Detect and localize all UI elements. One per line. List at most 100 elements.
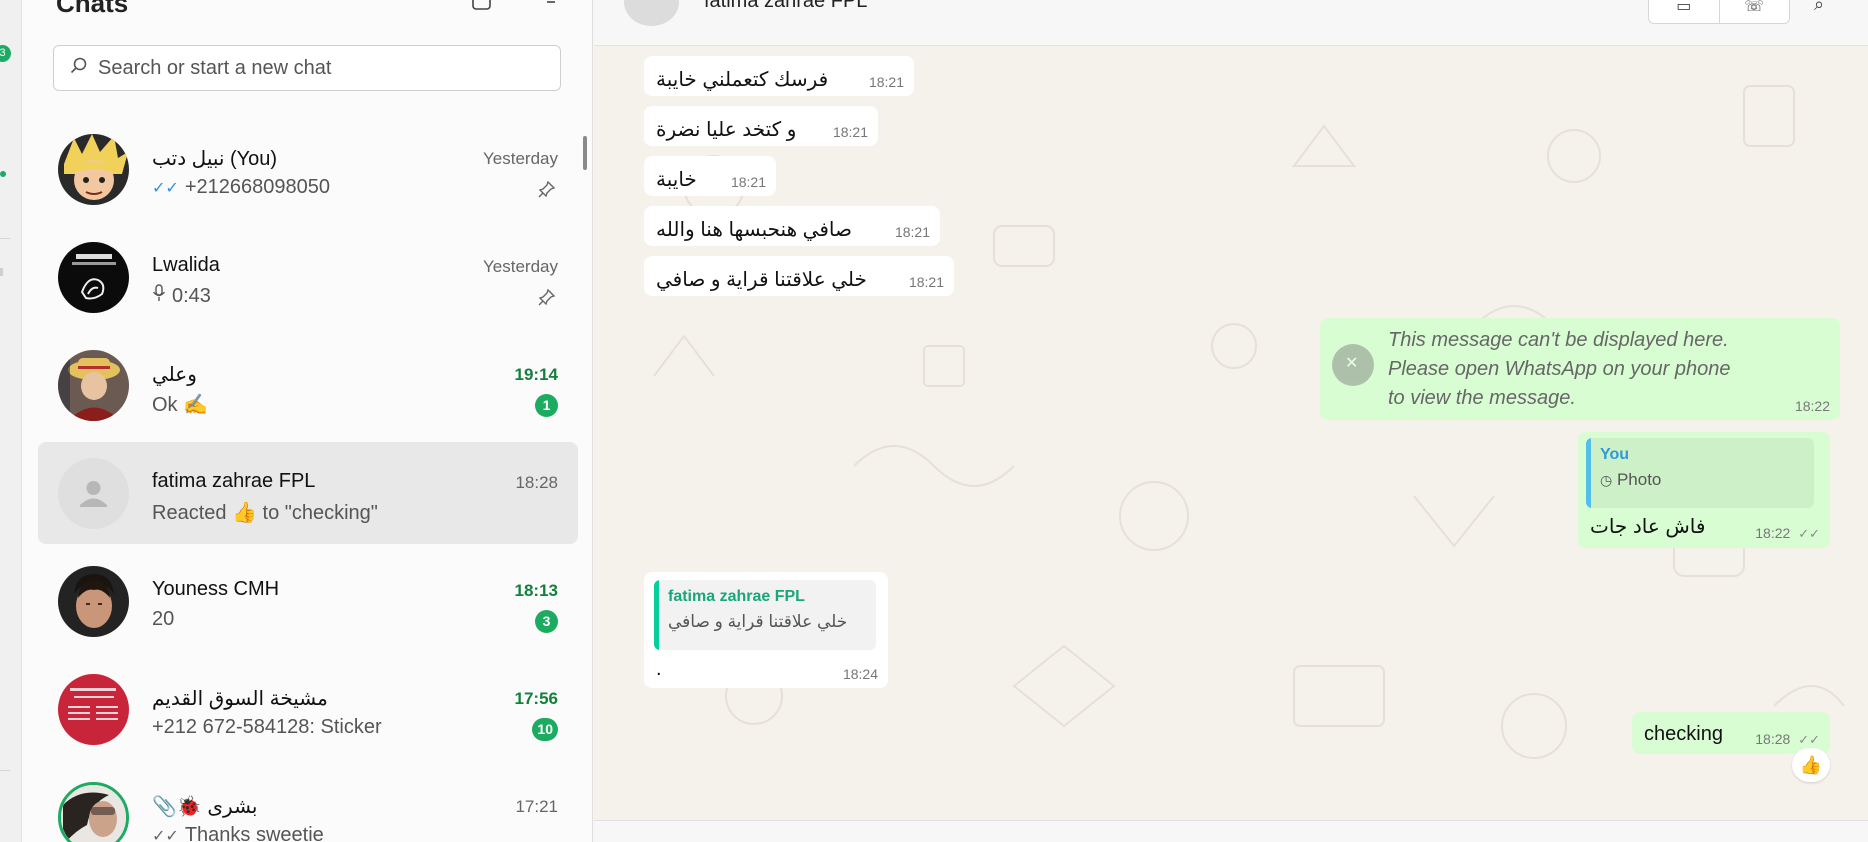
chat-item[interactable]: Youness CMH 20 18:13 3 bbox=[38, 550, 578, 652]
message-text: و كتخد عليا نضرة bbox=[656, 119, 797, 141]
chat-item[interactable]: Lwalida 0:43 Yesterday bbox=[38, 226, 578, 328]
avatar bbox=[58, 350, 129, 421]
message-bubble-incoming[interactable]: fatima zahrae FPL خلي علاقتنا قراية و صا… bbox=[644, 572, 888, 688]
rail-divider bbox=[0, 770, 10, 771]
chat-name: Lwalida bbox=[152, 254, 220, 276]
quote-author: You bbox=[1600, 446, 1630, 463]
message-time: 18:21 bbox=[894, 224, 930, 240]
unread-chats-badge[interactable]: 3 bbox=[0, 45, 11, 62]
message-time: 18:22 bbox=[1794, 398, 1830, 414]
message-text: خايبة bbox=[656, 169, 697, 191]
chat-item-selected[interactable]: fatima zahrae FPL Reacted 👍 to "checking… bbox=[38, 442, 578, 544]
chat-time: 18:13 bbox=[514, 581, 558, 600]
avatar-with-status-ring bbox=[58, 782, 129, 842]
message-composer[interactable] bbox=[594, 820, 1868, 842]
video-call-icon[interactable]: ▭ bbox=[1649, 0, 1719, 23]
chat-time: 18:28 bbox=[515, 473, 558, 492]
chat-preview: 20 bbox=[152, 608, 175, 630]
chat-name: نبيل دتب (You) bbox=[152, 148, 278, 170]
search-box[interactable] bbox=[53, 45, 561, 91]
quote-text: خلي علاقتنا قراية و صافي bbox=[668, 612, 848, 631]
chat-item[interactable]: 📎🐞 بشرى ✓✓ Thanks sweetie 17:21 bbox=[38, 766, 578, 842]
message-bubble-incoming[interactable]: صافي هنحبسها هنا والله 18:21 bbox=[644, 206, 940, 246]
message-text: checking bbox=[1644, 723, 1723, 745]
microphone-icon bbox=[152, 284, 166, 308]
unsupported-message-text: This message can't be displayed here. Pl… bbox=[1388, 329, 1731, 409]
chat-preview: Thanks sweetie bbox=[184, 824, 324, 842]
chat-item[interactable]: نبيل دتب (You) ✓✓ +212668098050 Yesterda… bbox=[38, 118, 578, 220]
quoted-message[interactable]: fatima zahrae FPL خلي علاقتنا قراية و صا… bbox=[654, 580, 876, 650]
search-messages-icon[interactable]: ⌕ bbox=[1814, 0, 1824, 15]
chat-time: 17:21 bbox=[515, 797, 558, 816]
chat-preview: +212668098050 bbox=[184, 176, 330, 198]
message-bubble-incoming[interactable]: فرسك كتعملني خايبة 18:21 bbox=[644, 56, 914, 96]
message-text: . bbox=[656, 658, 662, 680]
message-time: 18:21 bbox=[908, 274, 944, 290]
chat-preview: Ok ✍️ bbox=[152, 394, 209, 416]
message-text: خلي علاقتنا قراية و صافي bbox=[656, 269, 867, 291]
chat-name: Youness CMH bbox=[152, 578, 280, 600]
message-bubble-outgoing[interactable]: You ◷ Photo فاش عاد جات 18:22 ✓✓ bbox=[1578, 432, 1830, 548]
voice-call-icon[interactable]: ☏ bbox=[1718, 0, 1790, 23]
chat-preview: +212 672-584128: Sticker bbox=[152, 716, 382, 738]
avatar bbox=[58, 566, 129, 637]
message-text: فاش عاد جات bbox=[1590, 516, 1706, 538]
rail-indicator bbox=[0, 268, 3, 276]
chat-name: مشيخة السوق القديم bbox=[152, 688, 328, 710]
nav-rail: 3 bbox=[0, 0, 22, 842]
default-avatar-icon bbox=[58, 458, 129, 529]
blocked-icon bbox=[1332, 344, 1374, 386]
chat-item[interactable]: وعلي Ok ✍️ 19:14 1 bbox=[38, 334, 578, 436]
filter-menu-icon[interactable] bbox=[544, 0, 558, 17]
message-text: صافي هنحبسها هنا والله bbox=[656, 219, 852, 241]
message-bubble-outgoing[interactable]: checking 18:28 ✓✓ bbox=[1632, 712, 1830, 754]
message-time: 18:21 bbox=[868, 74, 904, 90]
conversation-panel: fatima zahrae FPL ▭ ☏ ⌕ فرسك كتعملني خاي… bbox=[594, 0, 1868, 842]
search-input[interactable] bbox=[98, 56, 538, 80]
avatar bbox=[58, 674, 129, 745]
new-chat-icon[interactable] bbox=[472, 0, 492, 17]
chat-time: 19:14 bbox=[514, 365, 558, 384]
message-bubble-incoming[interactable]: خايبة 18:21 bbox=[644, 156, 776, 196]
call-buttons: ▭ ☏ bbox=[1648, 0, 1790, 24]
chat-preview: 0:43 bbox=[172, 284, 211, 307]
contact-name[interactable]: fatima zahrae FPL bbox=[704, 0, 867, 13]
message-bubble-unsupported[interactable]: This message can't be displayed here. Pl… bbox=[1320, 318, 1840, 420]
unread-count-badge: 3 bbox=[535, 610, 558, 633]
avatar bbox=[58, 242, 129, 313]
chat-list-panel: Chats نبيل دتب (You) ✓✓ bbox=[22, 0, 593, 842]
chat-list-scrollbar[interactable] bbox=[583, 136, 587, 170]
pin-icon bbox=[538, 288, 556, 310]
chat-name: وعلي bbox=[152, 364, 197, 386]
avatar bbox=[58, 134, 129, 205]
delivered-ticks-icon: ✓✓ bbox=[1798, 732, 1820, 747]
message-time: 18:21 bbox=[730, 174, 766, 190]
chat-item[interactable]: مشيخة السوق القديم +212 672-584128: Stic… bbox=[38, 658, 578, 760]
message-bubble-incoming[interactable]: و كتخد عليا نضرة 18:21 bbox=[644, 106, 878, 146]
chat-time: Yesterday bbox=[483, 149, 558, 168]
quote-author: fatima zahrae FPL bbox=[668, 588, 805, 605]
message-time: 18:24 bbox=[842, 666, 878, 682]
panel-title: Chats bbox=[56, 0, 129, 18]
chat-time: Yesterday bbox=[483, 257, 558, 276]
message-text: فرسك كتعملني خايبة bbox=[656, 69, 829, 91]
message-time: 18:28 bbox=[1755, 731, 1791, 747]
delivered-ticks-icon: ✓✓ bbox=[1798, 526, 1820, 541]
contact-avatar[interactable] bbox=[624, 0, 679, 26]
message-bubble-incoming[interactable]: خلي علاقتنا قراية و صافي 18:21 bbox=[644, 256, 954, 296]
message-reaction[interactable]: 👍 bbox=[1792, 748, 1830, 782]
unread-count-badge: 1 bbox=[535, 394, 558, 417]
conversation-header: fatima zahrae FPL ▭ ☏ ⌕ bbox=[594, 0, 1868, 46]
double-check-icon: ✓✓ bbox=[152, 179, 179, 197]
chat-time: 17:56 bbox=[514, 689, 558, 708]
message-time: 18:22 bbox=[1755, 525, 1791, 541]
chat-name: fatima zahrae FPL bbox=[152, 470, 316, 492]
rail-divider bbox=[0, 238, 10, 239]
camera-icon: ◷ bbox=[1600, 472, 1613, 488]
pin-icon bbox=[538, 180, 556, 202]
search-icon bbox=[70, 57, 88, 80]
quoted-message[interactable]: You ◷ Photo bbox=[1586, 438, 1814, 508]
status-dot[interactable] bbox=[0, 171, 6, 177]
chat-name: 📎🐞 بشرى bbox=[152, 796, 258, 818]
double-check-icon: ✓✓ bbox=[152, 827, 179, 842]
